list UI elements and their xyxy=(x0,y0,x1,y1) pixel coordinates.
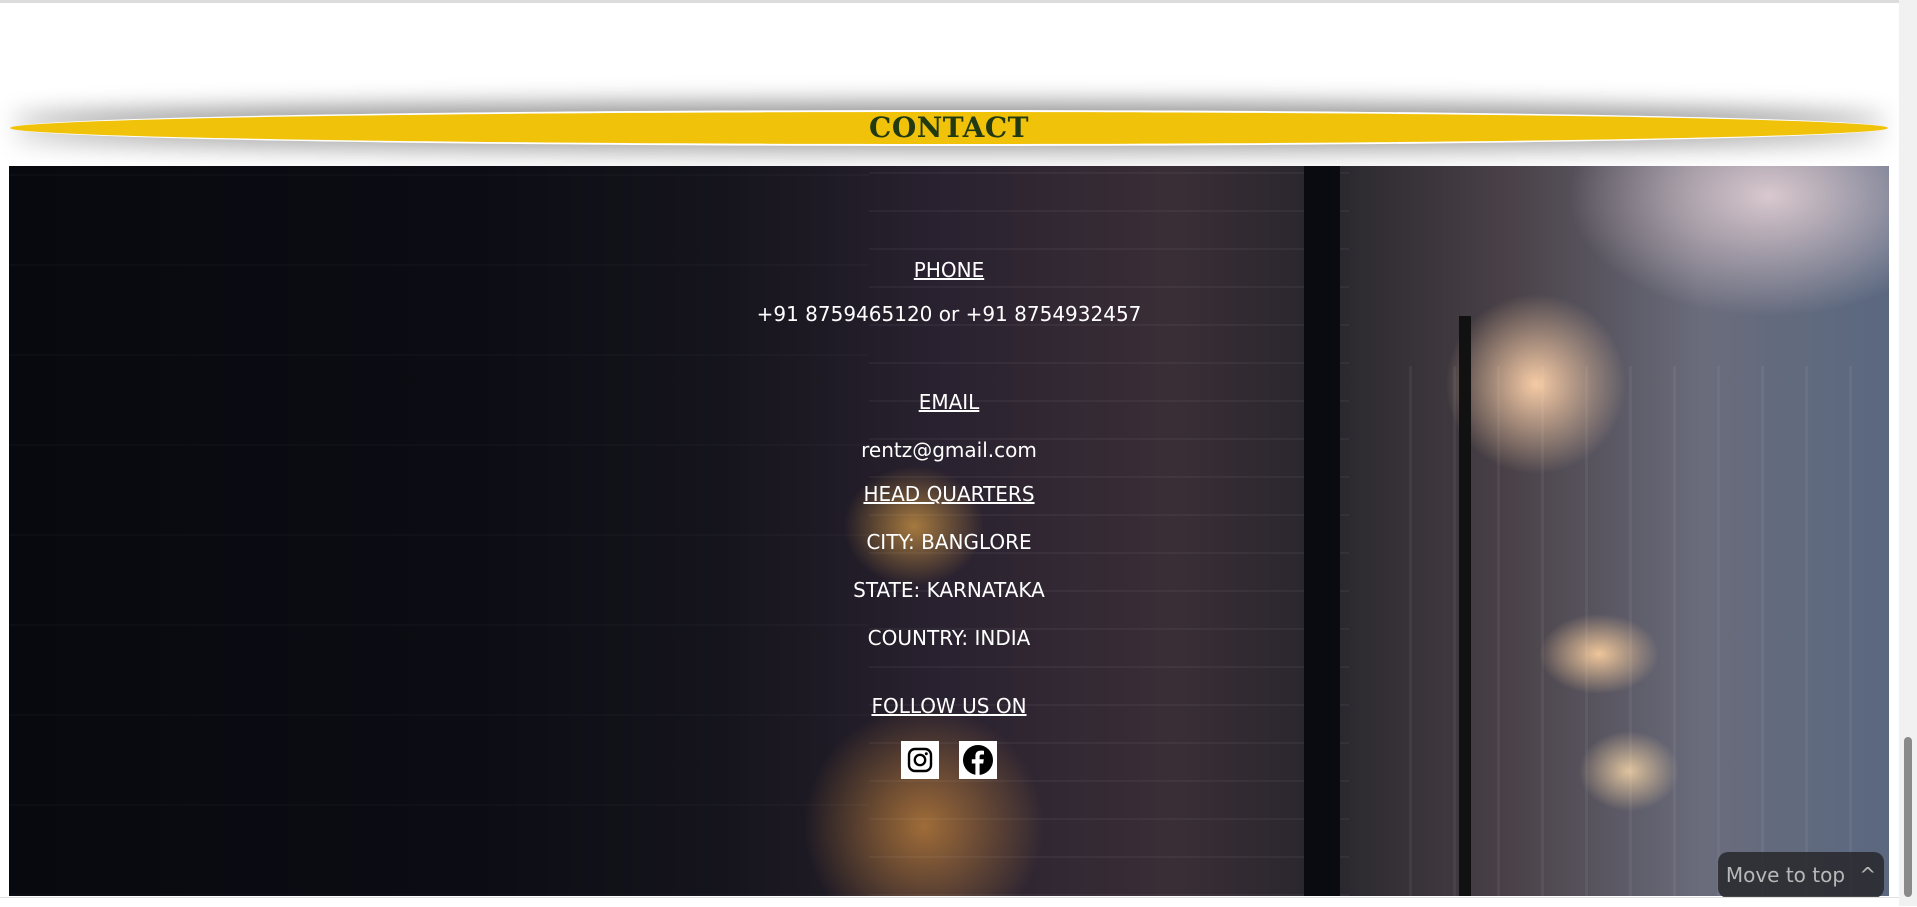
social-links xyxy=(9,741,1889,779)
headquarters-state: STATE: KARNATAKA xyxy=(853,578,1045,602)
headquarters-country: COUNTRY: INDIA xyxy=(867,626,1031,650)
facebook-icon xyxy=(963,745,993,775)
instagram-icon xyxy=(907,747,933,773)
phone-heading: PHONE xyxy=(913,258,985,282)
headquarters-city: CITY: BANGLORE xyxy=(866,530,1032,554)
section-title: CONTACT xyxy=(869,111,1029,144)
instagram-link[interactable] xyxy=(901,741,939,779)
phone-value: +91 8759465120 or +91 8754932457 xyxy=(756,302,1142,326)
facebook-link[interactable] xyxy=(959,741,997,779)
contact-heading-band: CONTACT xyxy=(10,108,1888,148)
vertical-scrollbar[interactable] xyxy=(1899,0,1917,906)
headquarters-heading: HEAD QUARTERS xyxy=(863,482,1035,506)
move-to-top-button[interactable]: Move to top ^ xyxy=(1718,852,1884,898)
email-value: rentz@gmail.com xyxy=(861,438,1037,462)
page-top-border xyxy=(0,0,1917,3)
scrollbar-thumb[interactable] xyxy=(1904,737,1912,897)
contact-section: PHONE +91 8759465120 or +91 8754932457 E… xyxy=(9,166,1889,896)
follow-heading: FOLLOW US ON xyxy=(871,694,1027,718)
email-heading: EMAIL xyxy=(918,390,980,414)
chevron-up-icon: ^ xyxy=(1859,863,1877,887)
move-to-top-label: Move to top xyxy=(1725,863,1846,887)
